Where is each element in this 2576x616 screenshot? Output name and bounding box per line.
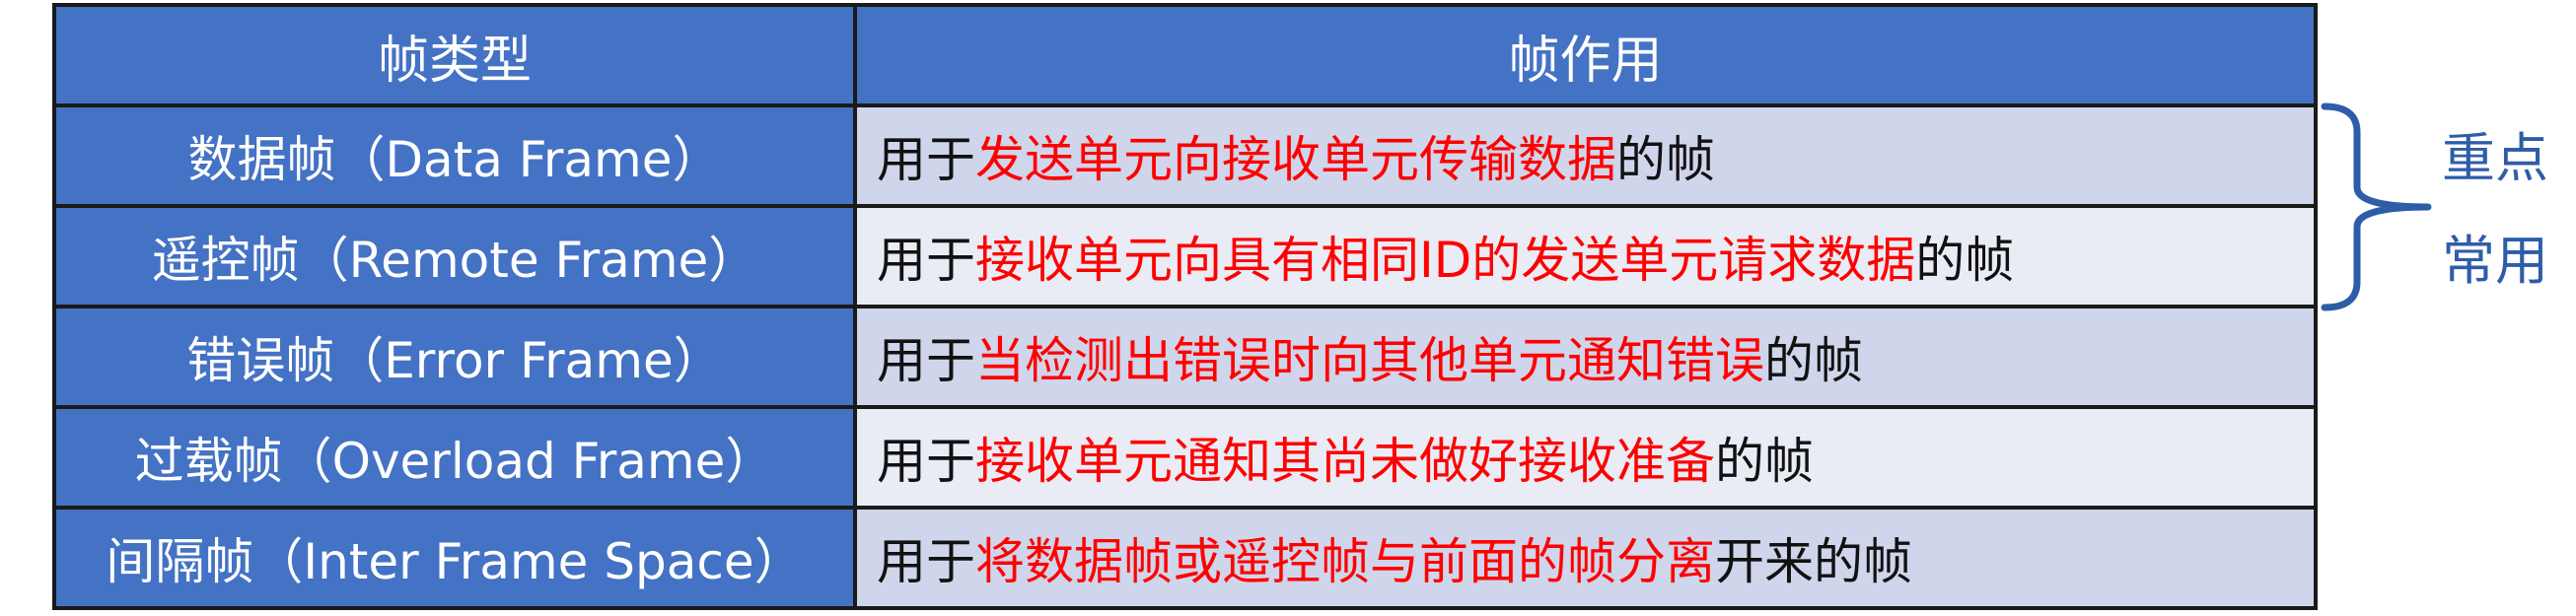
purpose-highlight: 发送单元向接收单元传输数据	[975, 131, 1616, 188]
frame-purpose-cell: 用于接收单元向具有相同ID的发送单元请求数据的帧	[853, 204, 2318, 308]
purpose-prefix: 用于	[877, 131, 975, 188]
frame-purpose-cell: 用于将数据帧或遥控帧与前面的帧分离开来的帧	[853, 506, 2318, 610]
frame-type-cell: 间隔帧（Inter Frame Space）	[52, 506, 857, 610]
frame-purpose-cell: 用于接收单元通知其尚未做好接收准备的帧	[853, 405, 2318, 510]
header-frame-purpose: 帧作用	[853, 3, 2318, 107]
purpose-suffix: 的帧	[1915, 232, 2015, 289]
frame-type-cell: 数据帧（Data Frame）	[52, 103, 857, 208]
purpose-prefix: 用于	[877, 332, 975, 389]
frame-type-cell: 过载帧（Overload Frame）	[52, 405, 857, 510]
purpose-suffix: 开来的帧	[1715, 533, 1912, 590]
frame-purpose-cell: 用于发送单元向接收单元传输数据的帧	[853, 103, 2318, 208]
frame-purpose-cell: 用于当检测出错误时向其他单元通知错误的帧	[853, 305, 2318, 409]
purpose-suffix: 的帧	[1715, 433, 1814, 490]
purpose-highlight: 接收单元通知其尚未做好接收准备	[975, 433, 1715, 490]
purpose-prefix: 用于	[877, 433, 975, 490]
frame-type-cell: 遥控帧（Remote Frame）	[52, 204, 857, 308]
purpose-highlight: 接收单元向具有相同ID的发送单元请求数据	[975, 232, 1916, 289]
frame-type-cell: 错误帧（Error Frame）	[52, 305, 857, 409]
purpose-suffix: 的帧	[1764, 332, 1863, 389]
purpose-highlight: 将数据帧或遥控帧与前面的帧分离	[975, 533, 1715, 590]
annotation-key-point: 重点	[2442, 127, 2548, 189]
table-row: 遥控帧（Remote Frame） 用于接收单元向具有相同ID的发送单元请求数据…	[52, 204, 2318, 308]
table-row: 错误帧（Error Frame） 用于当检测出错误时向其他单元通知错误的帧	[52, 305, 2318, 409]
purpose-highlight: 当检测出错误时向其他单元通知错误	[975, 332, 1764, 389]
header-frame-type: 帧类型	[52, 3, 857, 107]
purpose-suffix: 的帧	[1616, 131, 1715, 188]
curly-brace-icon	[2321, 103, 2432, 311]
annotation-common-use: 常用	[2442, 230, 2548, 292]
purpose-prefix: 用于	[877, 533, 975, 590]
table-row: 数据帧（Data Frame） 用于发送单元向接收单元传输数据的帧	[52, 103, 2318, 208]
table-header-row: 帧类型 帧作用	[52, 3, 2318, 107]
table-row: 间隔帧（Inter Frame Space） 用于将数据帧或遥控帧与前面的帧分离…	[52, 506, 2318, 610]
frame-types-table: 帧类型 帧作用 数据帧（Data Frame） 用于发送单元向接收单元传输数据的…	[52, 3, 2318, 610]
purpose-prefix: 用于	[877, 232, 975, 289]
table-row: 过载帧（Overload Frame） 用于接收单元通知其尚未做好接收准备的帧	[52, 405, 2318, 510]
